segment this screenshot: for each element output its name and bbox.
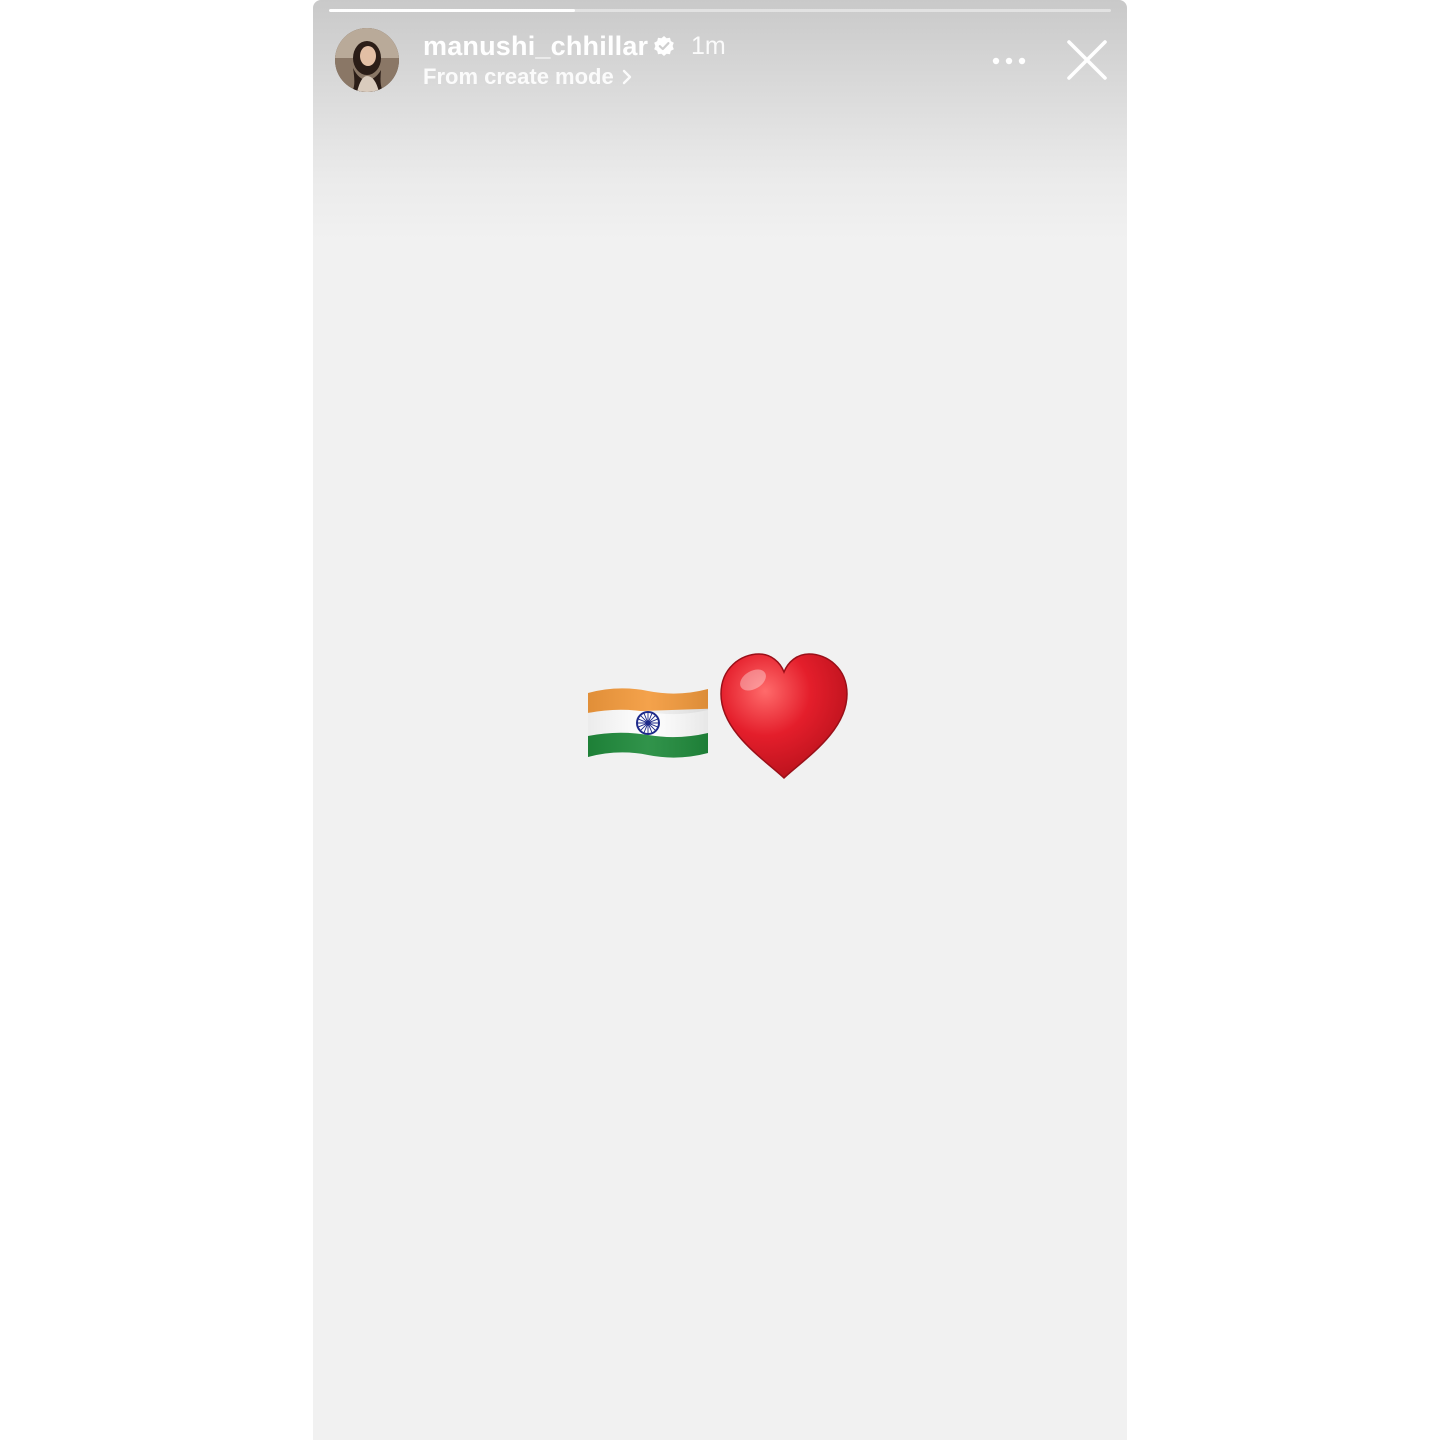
avatar-photo	[335, 28, 399, 92]
verified-badge-icon	[654, 36, 674, 56]
story-progress-bar	[329, 9, 1111, 12]
more-horizontal-icon	[992, 57, 1026, 65]
emoji-sticker-group[interactable]	[585, 650, 851, 784]
create-mode-link[interactable]: From create mode	[423, 64, 632, 90]
close-icon	[1067, 40, 1107, 80]
create-mode-label: From create mode	[423, 64, 614, 89]
story-progress-fill	[329, 9, 575, 12]
red-heart-emoji	[720, 653, 848, 780]
india-flag-emoji	[588, 688, 708, 758]
more-options-button[interactable]	[989, 46, 1029, 76]
close-button[interactable]	[1065, 38, 1109, 82]
chevron-right-icon	[622, 69, 631, 85]
username[interactable]: manushi_chhillar	[423, 31, 648, 62]
avatar[interactable]	[335, 28, 399, 92]
story-viewer[interactable]: manushi_chhillar 1m From create mode	[313, 0, 1127, 1440]
story-timestamp: 1m	[691, 32, 726, 60]
